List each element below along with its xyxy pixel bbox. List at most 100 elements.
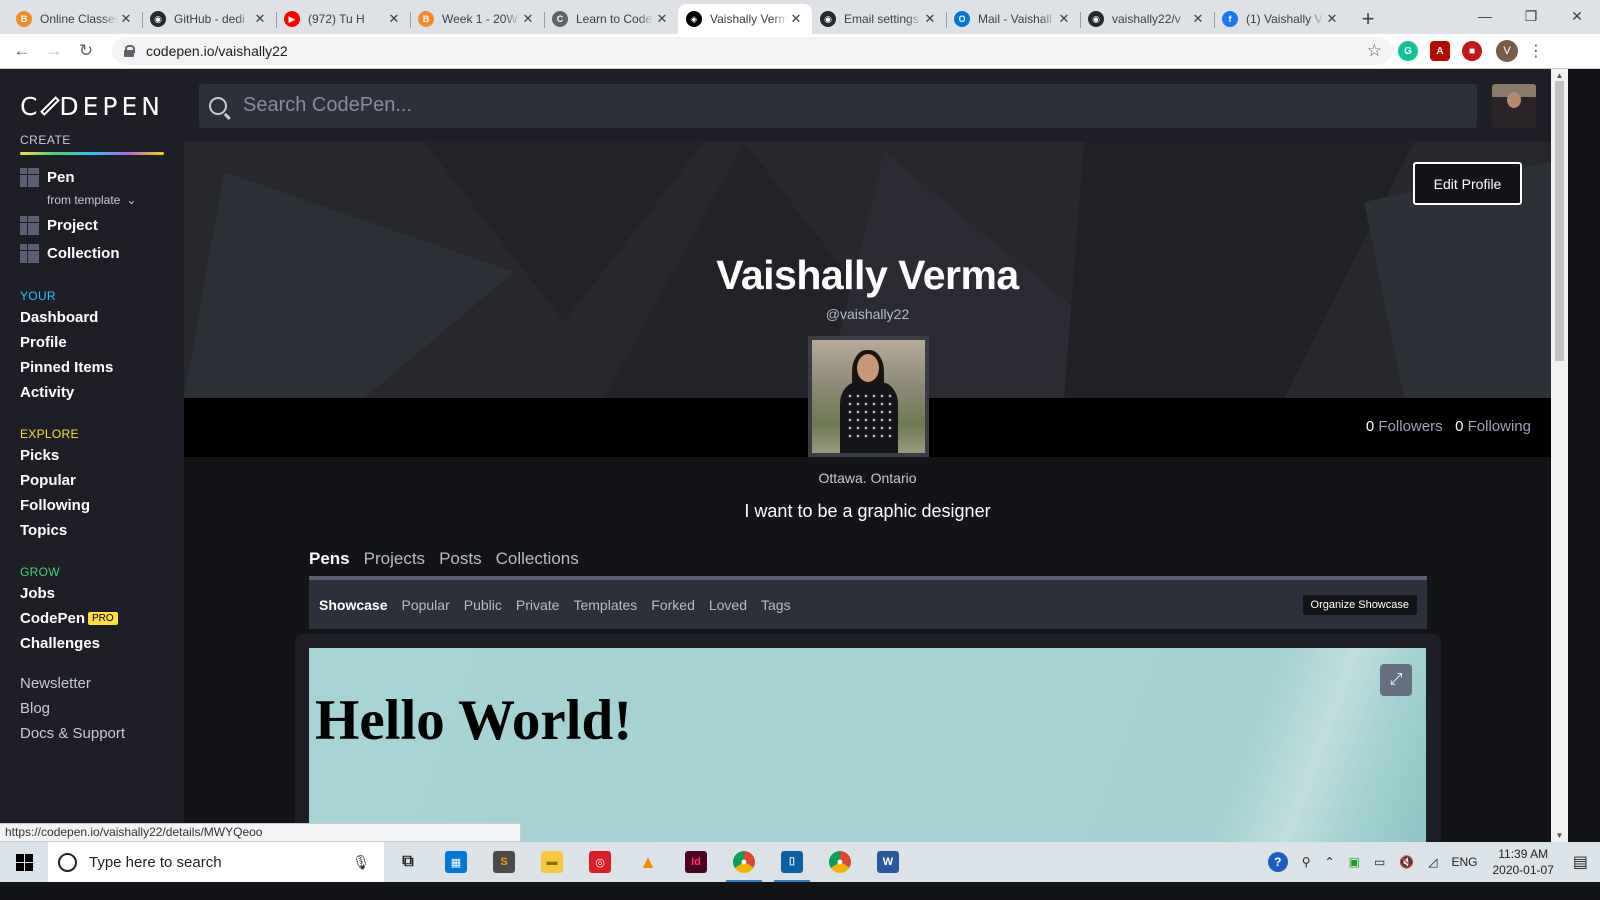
sidebar-item-pinned-items[interactable]: Pinned Items bbox=[20, 355, 164, 380]
browser-tab[interactable]: f (1) Vaishally V ✕ bbox=[1214, 4, 1348, 34]
task-view-icon[interactable]: ⧉ bbox=[384, 842, 432, 882]
create-collection[interactable]: Collection bbox=[20, 239, 164, 267]
forward-arrow-icon[interactable]: → bbox=[38, 37, 70, 65]
microphone-icon[interactable]: 🎙 bbox=[352, 854, 370, 871]
chrome-icon[interactable]: ● bbox=[720, 842, 768, 882]
chevron-up-icon[interactable]: ⌃ bbox=[1325, 855, 1335, 869]
monitor-app-icon[interactable]: ▣ bbox=[1349, 855, 1360, 869]
browser-tab[interactable]: ◉ Email settings ✕ bbox=[812, 4, 946, 34]
store-icon[interactable]: ▦ bbox=[432, 842, 480, 882]
sidebar-item-popular[interactable]: Popular bbox=[20, 468, 164, 493]
browser-menu-icon[interactable]: ⋮ bbox=[1528, 41, 1544, 61]
chrome-second-window-icon[interactable]: ● bbox=[816, 842, 864, 882]
sidebar-item-newsletter[interactable]: Newsletter bbox=[20, 671, 164, 696]
scroll-up-icon[interactable]: ▲ bbox=[1551, 71, 1568, 80]
tab-close-icon[interactable]: ✕ bbox=[1324, 11, 1340, 27]
reload-icon[interactable]: ↻ bbox=[70, 37, 102, 65]
filter-loved[interactable]: Loved bbox=[709, 597, 747, 613]
tab-close-icon[interactable]: ✕ bbox=[252, 11, 268, 27]
pen-preview[interactable]: Hello World! ⤢ bbox=[309, 648, 1426, 842]
page-scrollbar[interactable]: ▲ ▼ bbox=[1551, 69, 1568, 842]
browser-tab[interactable]: ◉ GitHub - dedi ✕ bbox=[142, 4, 276, 34]
scroll-down-icon[interactable]: ▼ bbox=[1551, 831, 1568, 840]
sidebar-item-docs-support[interactable]: Docs & Support bbox=[20, 721, 164, 746]
followers-link[interactable]: 0 Followers bbox=[1366, 418, 1443, 435]
creative-cloud-icon[interactable]: ◎ bbox=[576, 842, 624, 882]
expand-icon[interactable]: ⤢ bbox=[1380, 664, 1412, 696]
wifi-icon[interactable]: ◿ bbox=[1428, 855, 1437, 869]
word-icon[interactable]: W bbox=[864, 842, 912, 882]
search-input[interactable]: Search CodePen... bbox=[199, 83, 1477, 128]
tab-close-icon[interactable]: ✕ bbox=[1190, 11, 1206, 27]
profile-photo[interactable] bbox=[808, 336, 929, 457]
windows-start-icon[interactable] bbox=[0, 842, 48, 882]
file-explorer-icon[interactable]: ▬ bbox=[528, 842, 576, 882]
filter-public[interactable]: Public bbox=[464, 597, 502, 613]
organize-showcase-button[interactable]: Organize Showcase bbox=[1302, 595, 1417, 615]
browser-tab[interactable]: O Mail - Vaishall ✕ bbox=[946, 4, 1080, 34]
sublime-text-icon[interactable]: S bbox=[480, 842, 528, 882]
sidebar-item-profile[interactable]: Profile bbox=[20, 330, 164, 355]
language-indicator[interactable]: ENG bbox=[1451, 855, 1477, 869]
back-arrow-icon[interactable]: ← bbox=[6, 37, 38, 65]
browser-profile-avatar[interactable]: V bbox=[1496, 40, 1518, 62]
maximize-icon[interactable]: ❐ bbox=[1508, 0, 1554, 32]
filter-templates[interactable]: Templates bbox=[573, 597, 637, 613]
browser-tab[interactable]: ▶ (972) Tu H ✕ bbox=[276, 4, 410, 34]
edit-profile-button[interactable]: Edit Profile bbox=[1413, 162, 1522, 205]
clock[interactable]: 11:39 AM 2020-01-07 bbox=[1492, 846, 1553, 878]
browser-tab[interactable]: C Learn to Code ✕ bbox=[544, 4, 678, 34]
help-icon[interactable]: ? bbox=[1267, 852, 1288, 872]
following-link[interactable]: 0 Following bbox=[1455, 418, 1531, 435]
sidebar-item-challenges[interactable]: Challenges bbox=[20, 631, 164, 656]
create-project[interactable]: Project bbox=[20, 211, 164, 239]
tab-close-icon[interactable]: ✕ bbox=[520, 11, 536, 27]
codepen-logo[interactable]: C DEPEN bbox=[20, 91, 164, 121]
filter-private[interactable]: Private bbox=[516, 597, 560, 613]
sidebar-item-picks[interactable]: Picks bbox=[20, 443, 164, 468]
sidebar-item-following[interactable]: Following bbox=[20, 493, 164, 518]
indesign-icon[interactable]: Id bbox=[672, 842, 720, 882]
notifications-icon[interactable]: ▤ bbox=[1573, 852, 1588, 872]
sidebar-item-activity[interactable]: Activity bbox=[20, 380, 164, 405]
filter-popular[interactable]: Popular bbox=[401, 597, 449, 613]
tab-close-icon[interactable]: ✕ bbox=[1056, 11, 1072, 27]
create-pen[interactable]: Pen bbox=[20, 163, 164, 191]
volume-muted-icon[interactable]: 🔇 bbox=[1399, 855, 1414, 869]
browser-tab[interactable]: B Week 1 - 20W ✕ bbox=[410, 4, 544, 34]
sidebar-item-jobs[interactable]: Jobs bbox=[20, 581, 164, 606]
filter-tags[interactable]: Tags bbox=[761, 597, 791, 613]
filter-forked[interactable]: Forked bbox=[651, 597, 695, 613]
tab-posts[interactable]: Posts bbox=[439, 549, 482, 569]
browser-tab[interactable]: B Online Classes ✕ bbox=[8, 4, 142, 34]
people-icon[interactable]: ⚲ bbox=[1302, 855, 1311, 869]
bookmark-star-icon[interactable]: ☆ bbox=[1367, 41, 1382, 61]
user-avatar[interactable] bbox=[1492, 83, 1536, 128]
sidebar-item-dashboard[interactable]: Dashboard bbox=[20, 305, 164, 330]
sidebar-item-codepen-pro[interactable]: CodePen PRO bbox=[20, 606, 164, 631]
sidebar-item-blog[interactable]: Blog bbox=[20, 696, 164, 721]
new-tab-button[interactable]: + bbox=[1354, 5, 1382, 33]
tab-close-icon[interactable]: ✕ bbox=[922, 11, 938, 27]
minimize-icon[interactable]: — bbox=[1462, 0, 1508, 32]
tab-close-icon[interactable]: ✕ bbox=[118, 11, 134, 27]
tab-close-icon[interactable]: ✕ bbox=[788, 11, 804, 27]
battery-icon[interactable]: ▭ bbox=[1374, 855, 1385, 869]
browser-tab[interactable]: ◉ vaishally22/v ✕ bbox=[1080, 4, 1214, 34]
grammarly-extension-icon[interactable]: G bbox=[1398, 41, 1418, 61]
scrollbar-thumb[interactable] bbox=[1555, 81, 1564, 361]
vlc-icon[interactable]: ▲ bbox=[624, 842, 672, 882]
adblock-extension-icon[interactable]: ■ bbox=[1462, 41, 1482, 61]
tab-close-icon[interactable]: ✕ bbox=[654, 11, 670, 27]
close-window-icon[interactable]: ✕ bbox=[1554, 0, 1600, 32]
acrobat-extension-icon[interactable]: A bbox=[1430, 41, 1450, 61]
browser-tab[interactable]: ◈ Vaishally Verm ✕ bbox=[678, 4, 812, 34]
sidebar-item-topics[interactable]: Topics bbox=[20, 518, 164, 543]
tab-collections[interactable]: Collections bbox=[496, 549, 579, 569]
filter-showcase[interactable]: Showcase bbox=[319, 597, 387, 613]
tab-close-icon[interactable]: ✕ bbox=[386, 11, 402, 27]
notepad-app-icon[interactable]: ⌷ bbox=[768, 842, 816, 882]
tab-projects[interactable]: Projects bbox=[364, 549, 425, 569]
tab-pens[interactable]: Pens bbox=[309, 549, 350, 569]
taskbar-search-input[interactable]: Type here to search 🎙 bbox=[48, 842, 384, 882]
